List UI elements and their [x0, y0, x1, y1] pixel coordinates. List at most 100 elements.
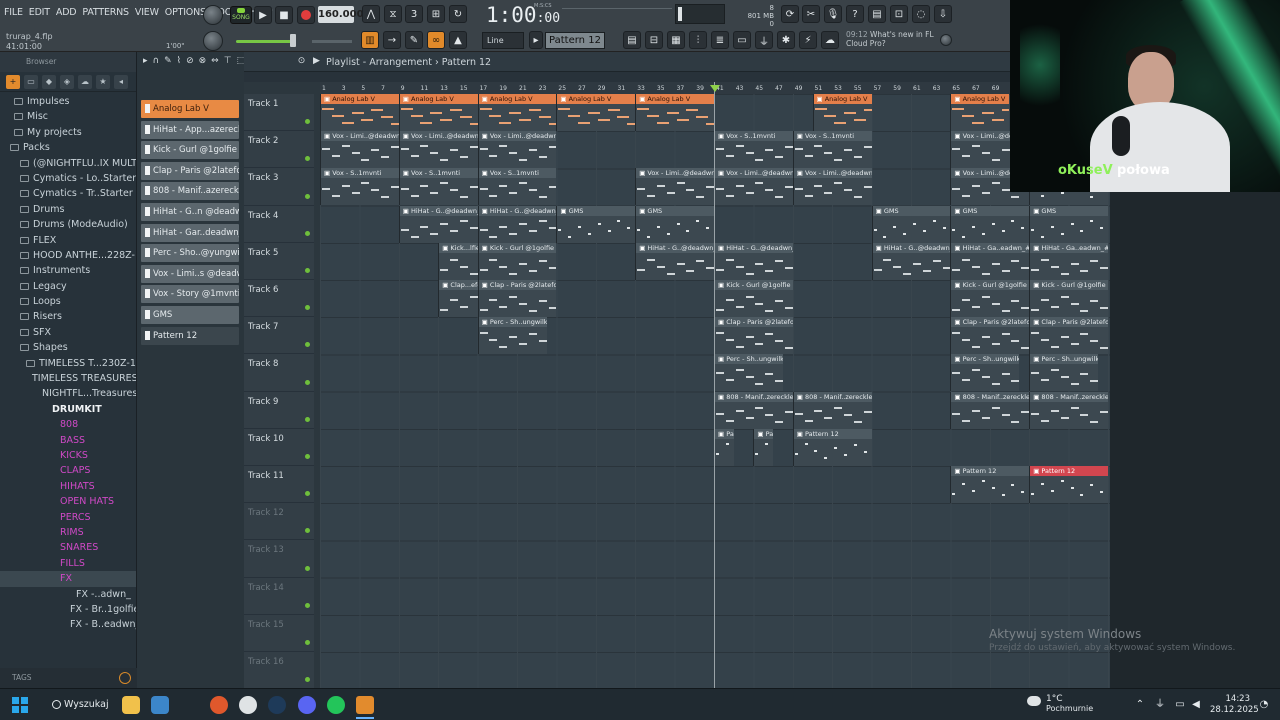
browser-item[interactable]: 808	[0, 417, 136, 432]
browser-item[interactable]: Impulses	[0, 94, 136, 109]
playlist-clip[interactable]: Clap...efor	[438, 280, 478, 317]
browser-all-icon[interactable]: +	[6, 75, 20, 89]
track-mute-led[interactable]	[305, 528, 310, 534]
playlist-clip[interactable]: Perc - Sh..ungwilku	[714, 354, 783, 392]
playlist-clip[interactable]: Vox - S..1mvnti	[320, 168, 399, 206]
playlist-clip[interactable]: Clap - Paris @2latefor	[1029, 317, 1108, 355]
playlist-clip[interactable]: HiHat - Ga..eadwn_#2	[1029, 242, 1108, 280]
edison-button[interactable]: ⚡	[799, 31, 817, 49]
arrow-button[interactable]: →	[383, 31, 401, 49]
plugin-db-button[interactable]: ⏚	[755, 31, 773, 49]
browser-plugin2-icon[interactable]: ◈	[60, 75, 74, 89]
browser-item[interactable]: Drums (ModeAudio)	[0, 217, 136, 232]
browser-button[interactable]: ≣	[711, 31, 729, 49]
playlist-clip[interactable]: Vox - Limi..@deadwn_	[320, 131, 399, 169]
playlist-clip[interactable]: Analog Lab V	[398, 94, 478, 131]
track-header[interactable]: Track 4	[244, 206, 314, 243]
playlist-clip[interactable]: 808 - Manif..zereckless	[1029, 391, 1108, 429]
record-button[interactable]	[297, 6, 315, 24]
browser-item[interactable]: DRUMKIT	[0, 402, 136, 417]
track-mute-led[interactable]	[305, 379, 310, 385]
plugin-button[interactable]: ⊡	[890, 5, 908, 23]
weather-widget[interactable]: 1°C Pochmurnie	[1046, 694, 1093, 714]
export-button[interactable]: ⇩	[934, 5, 952, 23]
track-mute-led[interactable]	[305, 453, 310, 459]
playlist-clip[interactable]: Kick - Gurl @1golfie	[1029, 280, 1108, 317]
browser-item[interactable]: Risers	[0, 309, 136, 324]
playlist-clip[interactable]: Pattern 12	[714, 428, 734, 466]
track-mute-led[interactable]	[305, 342, 310, 348]
menu-options[interactable]: OPTIONS	[165, 7, 206, 18]
start-button[interactable]	[12, 697, 28, 713]
pattern-item[interactable]: Analog Lab V	[141, 100, 239, 118]
playlist-clip[interactable]: HiHat - G..@deadwn_	[477, 205, 557, 243]
playlist-clip[interactable]: Kick - Gurl @1golfie	[714, 280, 793, 317]
playlist-clip[interactable]: Kick - Gurl @1golfie	[477, 242, 557, 280]
browser-item[interactable]: SNARES	[0, 540, 136, 555]
track-header[interactable]: Track 14	[244, 578, 314, 615]
playlist-clip[interactable]: Vox - Limi..@deadwn_	[792, 168, 872, 206]
taskbar-clock[interactable]: 14:23 28.12.2025	[1210, 694, 1259, 716]
pattern-item[interactable]: Perc - Sho..@yungwilku	[141, 244, 239, 263]
track-header[interactable]: Track 1	[244, 94, 314, 132]
master-volume-handle[interactable]	[290, 34, 296, 47]
playlist-clip[interactable]: Vox - Limi..@deadwn_	[714, 168, 793, 206]
news-icon[interactable]	[940, 34, 952, 46]
playlist-clip[interactable]: Pattern 12	[1029, 466, 1108, 503]
refresh-button[interactable]: ⟳	[781, 5, 799, 23]
browser-item[interactable]: FLEX	[0, 233, 136, 248]
track-header[interactable]: Track 2	[244, 131, 314, 169]
playlist-clip[interactable]: Vox - S..1mvnti	[398, 168, 478, 206]
track-mute-led[interactable]	[305, 565, 310, 571]
track-header[interactable]: Track 3	[244, 168, 314, 206]
track-header[interactable]: Track 12	[244, 503, 314, 541]
browser-star-icon[interactable]: ★	[96, 75, 110, 89]
pattern-item[interactable]: GMS	[141, 305, 239, 324]
playlist-clip[interactable]: HiHat - G..@deadwn_	[398, 205, 478, 243]
master-volume-slider[interactable]	[236, 40, 296, 43]
track-mute-led[interactable]	[305, 305, 310, 311]
pencil-icon[interactable]: ✎	[164, 56, 172, 66]
pattern-song-toggle[interactable]: SONG	[230, 6, 252, 24]
playlist-clip[interactable]: Clap - Paris @2latefor	[477, 280, 557, 317]
browser-item[interactable]: PERCS	[0, 510, 136, 525]
browser-item[interactable]: (@NIGHTFLU..IX MULTI-KIT	[0, 156, 136, 171]
delete-icon[interactable]: ⊘	[186, 56, 194, 66]
notification-bell-icon[interactable]: ◔	[1258, 699, 1270, 711]
pattern-item[interactable]: HiHat - G..n @deadwn_	[141, 202, 239, 221]
playlist-clip[interactable]: Kick - Gurl @1golfie	[950, 280, 1030, 317]
browser-item[interactable]: Cymatics - Tr..Starter Pack	[0, 186, 136, 201]
track-header[interactable]: Track 6	[244, 280, 314, 318]
track-mute-led[interactable]	[305, 156, 310, 162]
countdown-button[interactable]: 3	[405, 5, 423, 23]
browser-item[interactable]: TIMELESS T...230Z-1-001	[0, 356, 136, 371]
browser-item[interactable]: FILLS	[0, 556, 136, 571]
browser-item[interactable]: Drums	[0, 202, 136, 217]
playlist-clip[interactable]: Perc - Sh..ungwilku	[477, 317, 547, 355]
cloud-button[interactable]: ☁	[821, 31, 839, 49]
pattern-item[interactable]: Vox - Limi..s @deadwn_	[141, 264, 239, 283]
browser-item[interactable]: TIMELESS TREASURES	[0, 371, 136, 386]
mixer-button[interactable]: ▤	[623, 31, 641, 49]
channel-rack-button[interactable]: ⊟	[645, 31, 663, 49]
track-header[interactable]: Track 8	[244, 354, 314, 392]
browser-item[interactable]: CLAPS	[0, 463, 136, 478]
menu-patterns[interactable]: PATTERNS	[82, 7, 129, 18]
magnet-icon[interactable]: ∩	[153, 56, 160, 66]
browser-item[interactable]: SFX	[0, 325, 136, 340]
browser-cloud-icon[interactable]: ☁	[78, 75, 92, 89]
zoom-icon[interactable]: ⊙	[296, 55, 307, 67]
browser-item[interactable]: Instruments	[0, 263, 136, 278]
track-mute-led[interactable]	[305, 193, 310, 199]
playlist-clip[interactable]: GMS	[556, 205, 636, 243]
play-button[interactable]: ▶	[254, 6, 272, 24]
playlist-clip[interactable]: Perc - Sh..ungwilku	[1029, 354, 1099, 392]
pattern-item[interactable]: Kick - Gurl @1golfie	[141, 141, 239, 160]
playlist-clip[interactable]: Vox - S..1mvnti	[714, 131, 793, 169]
browser-item[interactable]: Packs	[0, 140, 136, 155]
stop-button[interactable]: ■	[275, 6, 293, 24]
track-mute-led[interactable]	[305, 230, 310, 236]
track-mute-led[interactable]	[305, 639, 310, 645]
playlist-clip[interactable]: Clap - Paris @2latefor	[950, 317, 1030, 355]
browser-item[interactable]: NIGHTFL...Treasures	[0, 386, 136, 401]
